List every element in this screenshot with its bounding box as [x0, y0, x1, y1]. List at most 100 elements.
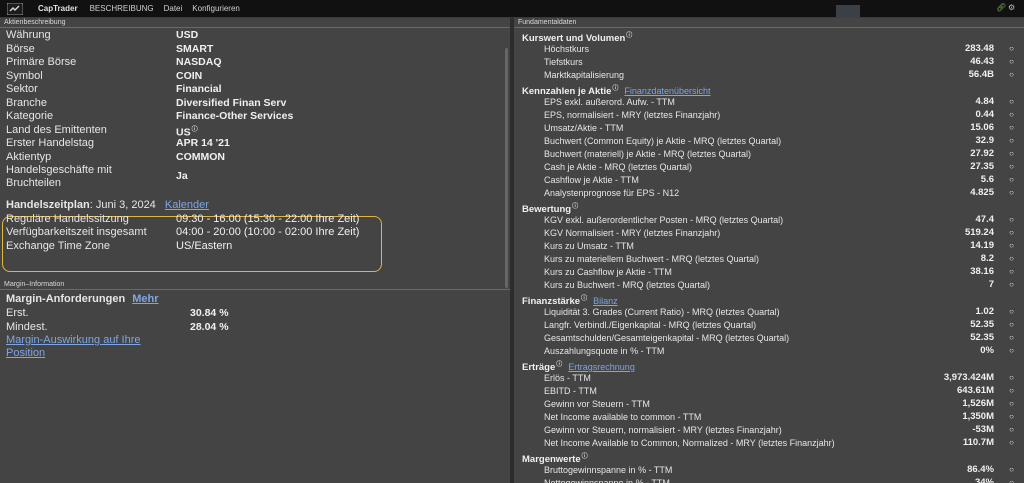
scrollbar[interactable] — [505, 48, 508, 288]
schedule-date: : Juni 3, 2024 — [89, 199, 156, 211]
link-finanzdatenubersicht[interactable]: Finanzdatenübersicht — [624, 86, 710, 96]
row-indicator-icon[interactable]: ○ — [1009, 279, 1014, 291]
row-label: Liquidität 3. Grades (Current Ratio) - M… — [544, 307, 780, 317]
row-label: Höchstkurs — [544, 44, 590, 54]
label-boerse: Börse — [6, 42, 35, 55]
row-value: 1.02 — [975, 306, 995, 317]
row-indicator-icon[interactable]: ○ — [1009, 96, 1014, 108]
row-indicator-icon[interactable]: ○ — [1009, 266, 1014, 278]
row-value: 643.61M — [957, 385, 994, 396]
row-value: 283.48 — [964, 43, 994, 54]
label-fractional-line2: Bruchteilen — [6, 177, 62, 189]
row-label: Gewinn vor Steuern - TTM — [544, 399, 650, 409]
row-indicator-icon[interactable]: ○ — [1009, 332, 1014, 344]
value-fractional: Ja — [176, 170, 188, 182]
row-indicator-icon[interactable]: ○ — [1009, 187, 1014, 199]
row-value: 14.19 — [970, 240, 994, 251]
margin-impact-line1[interactable]: Margin-Auswirkung auf Ihre — [6, 334, 141, 347]
row-value: 34% — [974, 477, 994, 483]
app-logo-icon — [6, 2, 24, 16]
window-tools: 🔗︎ ⚙︎ — [996, 3, 1016, 12]
row-label: Analystenprognose für EPS - N12 — [544, 188, 680, 198]
row-value: 38.16 — [970, 266, 994, 277]
label-erster-handelstag: Erster Handelstag — [6, 137, 95, 149]
label-erst: Erst. — [6, 307, 29, 319]
row-label: KGV Normalisiert - MRY (letztes Finanzja… — [544, 228, 721, 238]
menu-konfigurieren[interactable]: Konfigurieren — [192, 4, 240, 13]
margin-impact-line2[interactable]: Position — [6, 347, 141, 360]
settings-icon[interactable]: ⚙︎ — [1008, 3, 1016, 12]
label-primaere-boerse: Primäre Börse — [6, 56, 77, 68]
info-icon[interactable]: ⓘ — [192, 127, 198, 133]
row-indicator-icon[interactable]: ○ — [1009, 477, 1014, 483]
info-icon[interactable]: ⓘ — [612, 86, 618, 92]
row-value: 32.9 — [975, 135, 995, 146]
row-indicator-icon[interactable]: ○ — [1009, 398, 1014, 410]
row-indicator-icon[interactable]: ○ — [1009, 319, 1014, 331]
info-icon[interactable]: ⓘ — [626, 33, 632, 39]
link-icon[interactable]: 🔗︎ — [996, 3, 1006, 12]
row-indicator-icon[interactable]: ○ — [1009, 69, 1014, 81]
row-indicator-icon[interactable]: ○ — [1009, 109, 1014, 121]
calendar-link[interactable]: Kalender — [165, 199, 209, 211]
row-indicator-icon[interactable]: ○ — [1009, 135, 1014, 147]
row-indicator-icon[interactable]: ○ — [1009, 437, 1014, 449]
label-symbol: Symbol — [6, 69, 43, 82]
label-regulaere-handelssitzung: Reguläre Handelssitzung — [6, 212, 129, 225]
row-indicator-icon[interactable]: ○ — [1009, 253, 1014, 265]
row-indicator-icon[interactable]: ○ — [1009, 372, 1014, 384]
row-indicator-icon[interactable]: ○ — [1009, 345, 1014, 357]
row-indicator-icon[interactable]: ○ — [1009, 56, 1014, 68]
row-label: Kurs zu Umsatz - TTM — [544, 241, 634, 251]
row-value: 4.84 — [975, 96, 995, 107]
row-value: 47.4 — [975, 214, 995, 225]
row-indicator-icon[interactable]: ○ — [1009, 411, 1014, 423]
value-branche: Diversified Finan Serv — [176, 96, 287, 109]
value-exchange-time-zone: US/Eastern — [176, 239, 233, 252]
row-value: 52.35 — [970, 319, 994, 330]
app-name: CapTrader — [38, 4, 78, 13]
menu-datei[interactable]: Datei — [164, 4, 183, 13]
margin-impact-link[interactable]: Margin-Auswirkung auf Ihre Position — [6, 334, 141, 360]
row-label: Buchwert (materiell) je Aktie - MRQ (let… — [544, 149, 752, 159]
row-indicator-icon[interactable]: ○ — [1009, 424, 1014, 436]
row-label: Erlös - TTM — [544, 373, 591, 383]
row-label: Kurs zu Cashflow je Aktie - TTM — [544, 267, 672, 277]
row-indicator-icon[interactable]: ○ — [1009, 227, 1014, 239]
row-label: Net Income Available to Common, Normaliz… — [544, 438, 835, 448]
info-icon[interactable]: ⓘ — [581, 296, 587, 302]
value-regulaere-handelssitzung: 09:30 - 16:00 (15:30 - 22:00 Ihre Zeit) — [176, 212, 360, 225]
row-indicator-icon[interactable]: ○ — [1009, 43, 1014, 55]
row-value: 1,350M — [962, 411, 994, 422]
row-indicator-icon[interactable]: ○ — [1009, 174, 1014, 186]
label-fractional-line1: Handelsgeschäfte mit — [6, 164, 112, 176]
row-indicator-icon[interactable]: ○ — [1009, 161, 1014, 173]
more-link[interactable]: Mehr — [132, 293, 158, 305]
row-indicator-icon[interactable]: ○ — [1009, 306, 1014, 318]
menu-beschreibung[interactable]: BESCHREIBUNG — [90, 4, 154, 13]
value-primaere-boerse: NASDAQ — [176, 56, 222, 68]
row-label: Marktkapitalisierung — [544, 70, 625, 80]
label-mindest: Mindest. — [6, 320, 48, 333]
row-indicator-icon[interactable]: ○ — [1009, 122, 1014, 134]
info-icon[interactable]: ⓘ — [556, 362, 562, 368]
row-label: Tiefstkurs — [544, 57, 583, 67]
row-value: 8.2 — [980, 253, 994, 264]
row-indicator-icon[interactable]: ○ — [1009, 464, 1014, 476]
row-indicator-icon[interactable]: ○ — [1009, 214, 1014, 226]
row-label: Kurs zu materiellem Buchwert - MRQ (letz… — [544, 254, 760, 264]
link-bilanz[interactable]: Bilanz — [593, 296, 618, 306]
value-symbol: COIN — [176, 69, 203, 82]
schedule-title: Handelszeitplan — [6, 199, 90, 211]
row-value: 52.35 — [970, 332, 994, 343]
info-icon[interactable]: ⓘ — [572, 204, 578, 210]
value-erst: 30.84 % — [190, 307, 229, 319]
row-value: 27.35 — [970, 161, 994, 172]
row-indicator-icon[interactable]: ○ — [1009, 240, 1014, 252]
info-icon[interactable]: ⓘ — [582, 454, 588, 460]
margin-header: Margin-Anforderungen Mehr — [6, 293, 159, 306]
link-ertragsrechnung[interactable]: Ertragsrechnung — [568, 362, 635, 372]
row-indicator-icon[interactable]: ○ — [1009, 148, 1014, 160]
row-value: 86.4% — [967, 464, 994, 475]
row-indicator-icon[interactable]: ○ — [1009, 385, 1014, 397]
